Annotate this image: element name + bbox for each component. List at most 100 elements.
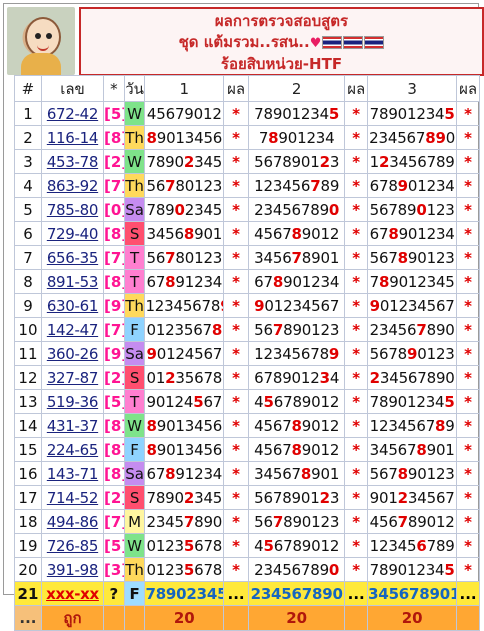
row-number-link[interactable]: 714-52 [40, 485, 105, 510]
col-result-1: ผล [223, 75, 249, 102]
row-result-1: ... [223, 581, 249, 606]
row-number-link[interactable]: 143-71 [40, 461, 105, 486]
row-number-link[interactable]: 630-61 [40, 293, 105, 318]
row-result-1: * [223, 149, 249, 174]
table-row: 20391-98[3]Th01235678*234567890*78901234… [14, 557, 480, 582]
row-result-1: * [223, 317, 249, 342]
row-set-2: 123456789 [247, 173, 346, 198]
row-set-1: 56780123 [144, 173, 225, 198]
row-result-1: * [223, 461, 249, 486]
row-set-1: 67891234 [144, 461, 225, 486]
row-set-1: 89013456 [144, 125, 225, 150]
row-number-link[interactable]: 453-78 [40, 149, 105, 174]
row-result-3: * [456, 221, 480, 246]
table-row: 4863-92[7]Th56780123*123456789*678901234… [14, 173, 480, 198]
row-day: S [123, 365, 146, 390]
row-day: W [123, 149, 146, 174]
row-number-link[interactable]: 431-37 [40, 413, 105, 438]
row-set-1: 45679012 [144, 101, 225, 126]
row-set-1: 89013456 [144, 413, 225, 438]
thai-flag-icon [343, 36, 364, 49]
col-day: วัน [123, 75, 146, 102]
table-row: 13519-36[5]T90124567*456789012*789012345… [14, 389, 480, 414]
row-result-2: * [344, 557, 369, 582]
row-digit: [5] [103, 389, 125, 414]
row-set-2: 456789012 [247, 413, 346, 438]
row-result-1: * [223, 533, 249, 558]
row-set-1: 89013456 [144, 437, 225, 462]
row-number-link[interactable]: 891-53 [40, 269, 105, 294]
row-result-3: * [456, 557, 480, 582]
table-row: 15224-65[8]F89013456*456789012*345678901… [14, 437, 480, 462]
row-index: 21 [14, 581, 42, 606]
row-set-3: 901234567 [367, 293, 458, 318]
row-number-link[interactable]: 142-47 [40, 317, 105, 342]
row-index: ... [14, 605, 42, 631]
row-digit: [2] [103, 485, 125, 510]
row-result-3: * [456, 509, 480, 534]
row-number-link[interactable]: 785-80 [40, 197, 105, 222]
row-number-link[interactable]: 672-42 [40, 101, 105, 126]
row-index: 8 [14, 269, 42, 294]
row-result-2: * [344, 437, 369, 462]
row-set-2: 678901234 [247, 365, 346, 390]
total-set-1: 20 [144, 605, 225, 631]
row-day: T [123, 245, 146, 270]
total-label: ถูก [40, 605, 105, 631]
col-index: # [14, 75, 42, 102]
row-number-link[interactable]: 863-92 [40, 173, 105, 198]
row-result-2: * [344, 365, 369, 390]
row-result-2: * [344, 509, 369, 534]
row-day: F [123, 437, 146, 462]
row-number-link[interactable]: 726-85 [40, 533, 105, 558]
row-result-2: * [344, 173, 369, 198]
row-day: M [123, 509, 146, 534]
row-day: Th [123, 557, 146, 582]
row-result-2: * [344, 293, 369, 318]
row-set-2: 78901234 [247, 125, 346, 150]
table-header-row: # เลข * วัน 1 ผล 2 ผล 3 ผล [14, 75, 480, 102]
row-set-1: 90124567 [144, 341, 225, 366]
row-number-link[interactable]: 224-65 [40, 437, 105, 462]
row-set-2: 901234567 [247, 293, 346, 318]
row-result-3: * [456, 101, 480, 126]
row-set-2: 123456789 [247, 341, 346, 366]
row-index: 9 [14, 293, 42, 318]
row-result-2: * [344, 101, 369, 126]
col-result-2: ผล [344, 75, 369, 102]
row-number-link[interactable]: xxx-xx [40, 581, 105, 606]
row-set-2: 456789012 [247, 389, 346, 414]
row-number-link[interactable]: 360-26 [40, 341, 105, 366]
table-row: 6729-40[8]S34568901*456789012*678901234* [14, 221, 480, 246]
row-index: 20 [14, 557, 42, 582]
row-number-link[interactable]: 729-40 [40, 221, 105, 246]
row-index: 5 [14, 197, 42, 222]
row-set-3: 789012345 [367, 389, 458, 414]
row-index: 2 [14, 125, 42, 150]
row-result-2: * [344, 533, 369, 558]
table-row: 11360-26[9]Sa90124567*123456789*56789012… [14, 341, 480, 366]
row-result-3: * [456, 197, 480, 222]
row-number-link[interactable]: 327-87 [40, 365, 105, 390]
row-number-link[interactable]: 391-98 [40, 557, 105, 582]
row-number-link[interactable]: 494-86 [40, 509, 105, 534]
row-day: F [123, 317, 146, 342]
row-day: Sa [123, 341, 146, 366]
row-result-1: * [223, 221, 249, 246]
row-digit: [2] [103, 365, 125, 390]
row-set-1: 34568901 [144, 221, 225, 246]
row-day: Th [123, 293, 146, 318]
row-number-link[interactable]: 656-35 [40, 245, 105, 270]
col-set-1: 1 [144, 75, 225, 102]
table-row: 16143-71[8]Sa67891234*345678901*56789012… [14, 461, 480, 486]
row-result-1: * [223, 293, 249, 318]
row-number-link[interactable]: 519-36 [40, 389, 105, 414]
row-day: S [123, 485, 146, 510]
col-number: เลข [40, 75, 105, 102]
row-set-3: 567890123 [367, 245, 458, 270]
row-set-3: 901234567 [367, 485, 458, 510]
row-set-3: 678901234 [367, 173, 458, 198]
row-set-2: 234567890 [247, 581, 346, 606]
row-set-3: 234567890 [367, 317, 458, 342]
row-number-link[interactable]: 116-14 [40, 125, 105, 150]
